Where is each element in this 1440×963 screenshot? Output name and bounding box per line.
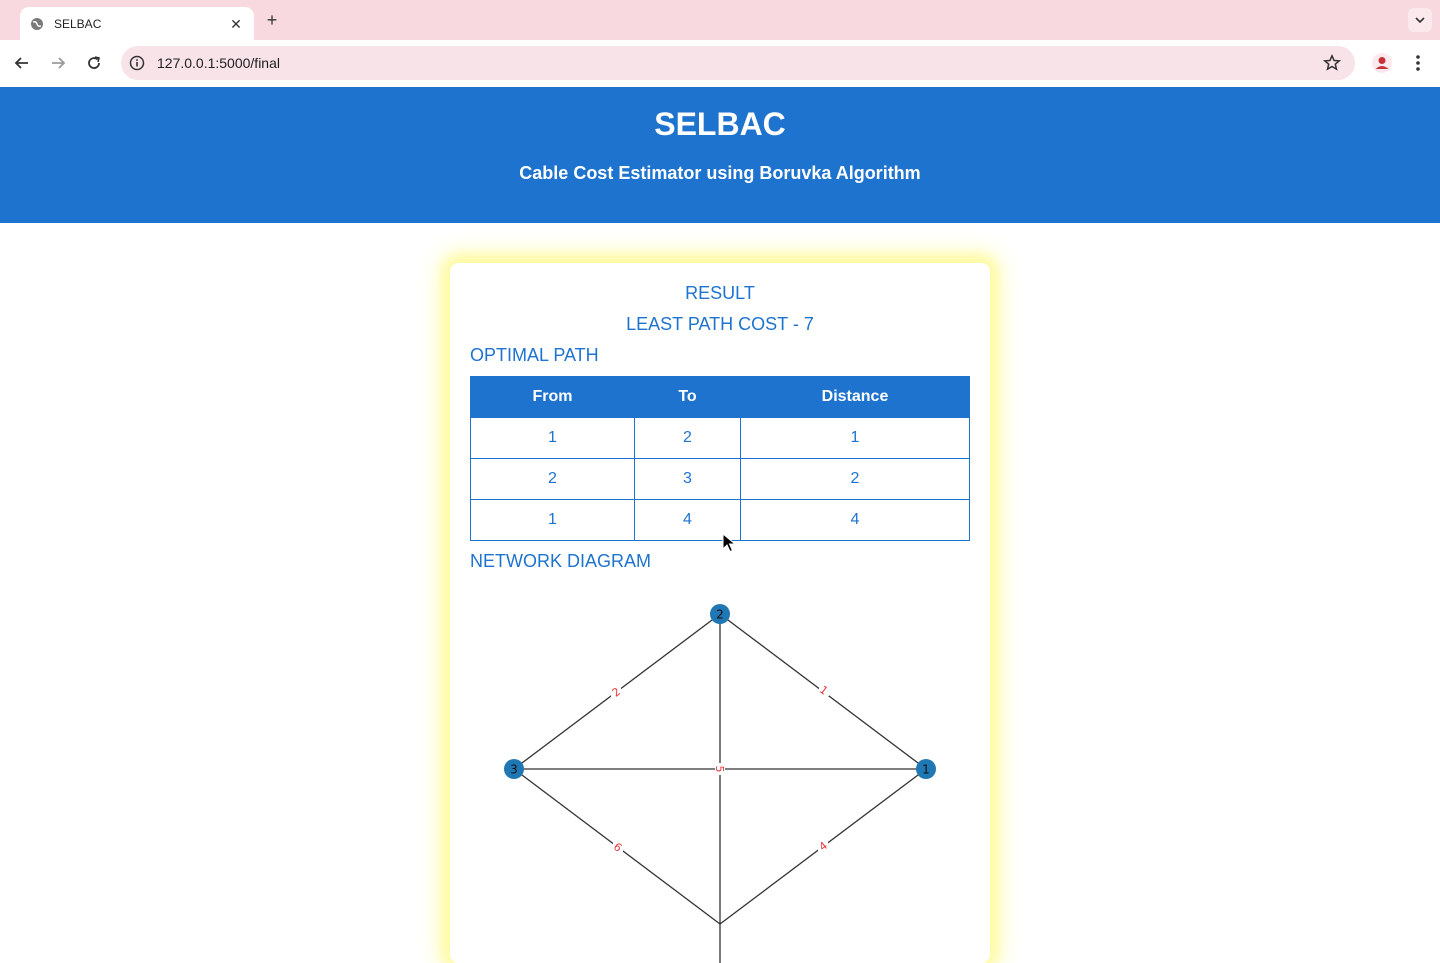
chevron-down-icon [1415, 17, 1425, 24]
cell-distance: 1 [740, 417, 970, 459]
cell-from: 1 [470, 417, 635, 459]
table-row: 1 4 4 [470, 499, 970, 541]
browser-tab[interactable]: SELBAC ✕ [20, 7, 254, 40]
reload-button[interactable] [83, 52, 105, 74]
node-label: 1 [922, 763, 930, 777]
cell-distance: 2 [740, 458, 970, 500]
network-diagram: 2 1 5 6 4 2 3 1 [504, 604, 936, 963]
arrow-right-icon [52, 57, 66, 69]
site-info-icon[interactable] [129, 55, 145, 71]
site-header: SELBAC Cable Cost Estimator using Boruvk… [0, 87, 1440, 223]
bookmark-star-icon[interactable] [1323, 54, 1341, 72]
tab-search-button[interactable] [1408, 8, 1432, 32]
least-path-cost: LEAST PATH COST - 7 [626, 314, 814, 334]
profile-avatar-icon[interactable] [1371, 52, 1393, 74]
column-header-distance: Distance [740, 376, 970, 418]
globe-icon [30, 17, 44, 31]
tab-title: SELBAC [54, 16, 102, 31]
optimal-path-heading: OPTIMAL PATH [470, 345, 599, 365]
site-subtitle: Cable Cost Estimator using Boruvka Algor… [519, 163, 921, 183]
address-bar[interactable]: 127.0.0.1:5000/final [121, 46, 1355, 80]
node-label: 3 [510, 763, 518, 777]
browser-toolbar: 127.0.0.1:5000/final [0, 40, 1440, 87]
tab-strip: SELBAC ✕ + [0, 0, 1440, 40]
edge-label: 5 [713, 766, 726, 773]
table-row: 1 2 1 [470, 417, 970, 459]
optimal-path-table: From To Distance 1 2 1 2 3 2 1 4 4 [470, 376, 970, 541]
mouse-cursor-icon [722, 533, 736, 553]
close-tab-icon[interactable]: ✕ [228, 16, 244, 32]
cell-to: 3 [634, 458, 741, 500]
reload-icon [88, 56, 100, 69]
network-diagram-heading: NETWORK DIAGRAM [470, 551, 652, 571]
node-label: 2 [716, 608, 724, 622]
cell-to: 2 [634, 417, 741, 459]
back-button[interactable] [11, 52, 33, 74]
result-card: RESULT LEAST PATH COST - 7 OPTIMAL PATH … [450, 263, 990, 963]
result-title: RESULT [685, 283, 755, 303]
cell-from: 1 [470, 499, 635, 541]
arrow-left-icon [14, 57, 28, 69]
table-row: 2 3 2 [470, 458, 970, 500]
site-title: SELBAC [654, 106, 786, 142]
url-text: 127.0.0.1:5000/final [157, 55, 280, 71]
column-header-to: To [634, 376, 741, 418]
menu-kebab-icon[interactable] [1407, 52, 1429, 74]
forward-button[interactable] [47, 52, 69, 74]
cell-from: 2 [470, 458, 635, 500]
column-header-from: From [470, 376, 635, 418]
cell-distance: 4 [740, 499, 970, 541]
table-header-row: From To Distance [470, 376, 970, 418]
new-tab-button[interactable]: + [262, 10, 282, 30]
